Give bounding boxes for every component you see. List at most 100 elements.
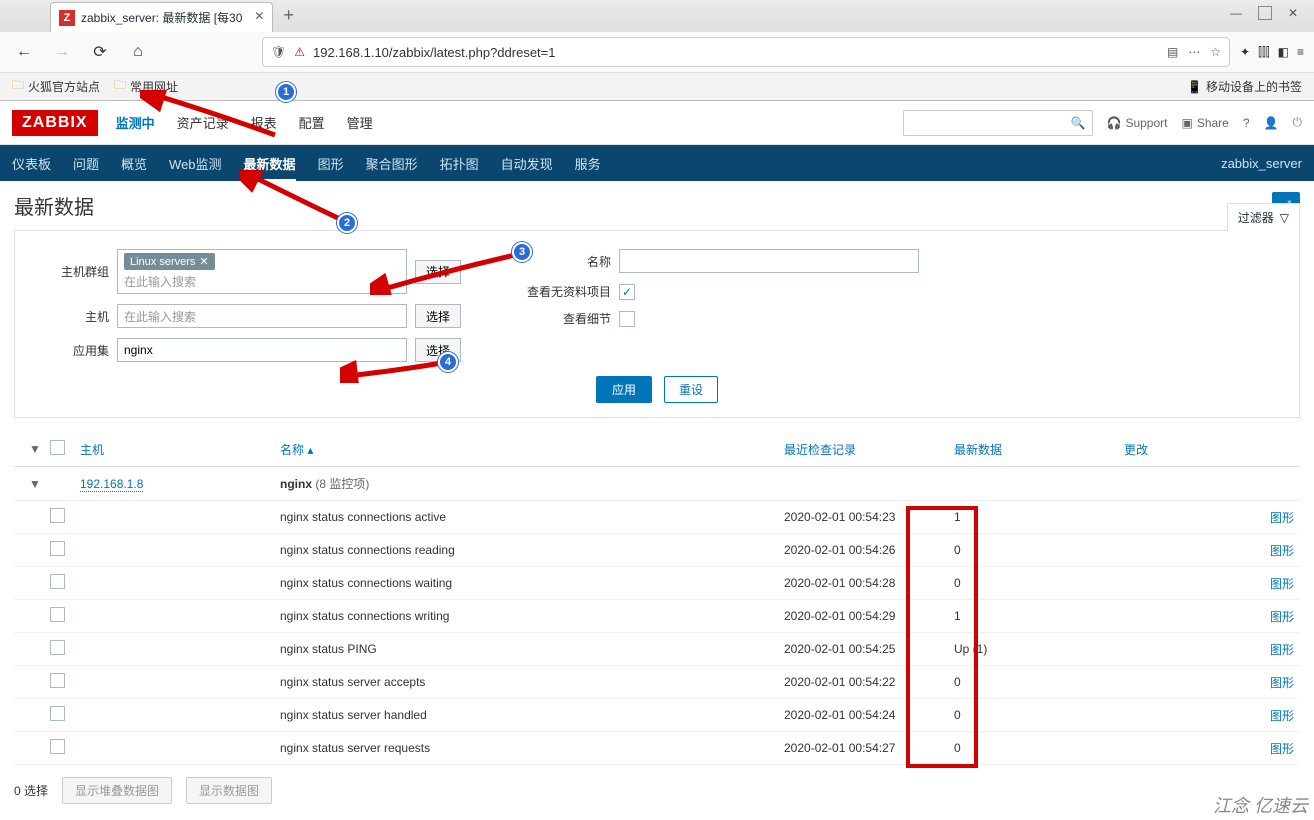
menu-icon[interactable]: ≡	[1297, 45, 1304, 59]
item-name: nginx status connections reading	[280, 543, 784, 557]
row-checkbox[interactable]	[50, 574, 65, 589]
support-link[interactable]: 🎧 Support	[1107, 116, 1168, 130]
name-input[interactable]	[619, 249, 919, 273]
library-icon[interactable]: ⫿⫿⫿	[1258, 45, 1270, 60]
maximize-icon[interactable]	[1258, 6, 1272, 20]
header-change[interactable]: 更改	[1124, 443, 1148, 457]
sub-menu-item[interactable]: 仪表板	[12, 145, 51, 182]
header-last-check[interactable]: 最近检查记录	[784, 443, 856, 457]
row-checkbox[interactable]	[50, 673, 65, 688]
collapse-icon[interactable]: ▼	[20, 477, 50, 491]
apply-button[interactable]: 应用	[596, 376, 652, 403]
zabbix-sub-menu: 仪表板问题概览Web监测最新数据图形聚合图形拓扑图自动发现服务 zabbix_s…	[0, 145, 1314, 181]
bookmark-mobile[interactable]: 📱移动设备上的书签	[1187, 78, 1302, 95]
host-link[interactable]: 192.168.1.8	[80, 477, 143, 492]
sidebar-icon[interactable]: ◧	[1278, 45, 1289, 59]
top-menu-item[interactable]: 配置	[299, 101, 325, 144]
filter-toggle[interactable]: 过滤器 ▽	[1227, 203, 1300, 231]
watermark: 江念 亿速云	[1213, 792, 1308, 818]
stacked-graph-button: 显示堆叠数据图	[62, 777, 172, 804]
header-name[interactable]: 名称 ▴	[280, 443, 313, 457]
host-input[interactable]: 在此输入搜索	[117, 304, 407, 328]
sub-menu-item[interactable]: 概览	[121, 145, 147, 182]
row-checkbox[interactable]	[50, 739, 65, 754]
more-icon[interactable]: ⋯	[1188, 45, 1200, 59]
bookmark-firefox[interactable]: 🗀火狐官方站点	[12, 76, 100, 97]
extension-icon[interactable]: ✦	[1240, 45, 1250, 59]
sub-menu-item[interactable]: 问题	[73, 145, 99, 182]
sub-menu-item[interactable]: 拓扑图	[440, 145, 479, 182]
last-data: Up (1)	[954, 642, 1124, 656]
remove-chip-icon[interactable]: ✕	[199, 255, 208, 268]
data-table: ▼ 主机 名称 ▴ 最近检查记录 最新数据 更改 ▼ 192.168.1.8 n…	[14, 432, 1300, 765]
row-checkbox[interactable]	[50, 541, 65, 556]
table-row: nginx status connections writing2020-02-…	[14, 600, 1300, 633]
share-link[interactable]: ▣ Share	[1181, 116, 1228, 130]
show-details-checkbox[interactable]	[619, 311, 635, 327]
row-checkbox[interactable]	[50, 640, 65, 655]
row-checkbox[interactable]	[50, 706, 65, 721]
graph-link[interactable]: 图形	[1270, 577, 1294, 591]
graph-link[interactable]: 图形	[1270, 643, 1294, 657]
shield-icon[interactable]: 🛡	[271, 45, 286, 59]
table-row: nginx status connections active2020-02-0…	[14, 501, 1300, 534]
graph-link[interactable]: 图形	[1270, 709, 1294, 723]
user-icon[interactable]: 👤	[1264, 116, 1279, 130]
graph-link[interactable]: 图形	[1270, 511, 1294, 525]
forward-icon[interactable]: →	[48, 38, 76, 66]
help-icon[interactable]: ?	[1243, 116, 1250, 130]
top-menu-item[interactable]: 报表	[251, 101, 277, 144]
select-all-checkbox[interactable]	[50, 440, 65, 455]
zabbix-favicon: Z	[59, 10, 75, 26]
tab-title: zabbix_server: 最新数据 [每30	[81, 9, 242, 26]
close-window-icon[interactable]: ✕	[1288, 6, 1298, 20]
table-row: nginx status connections waiting2020-02-…	[14, 567, 1300, 600]
back-icon[interactable]: ←	[10, 38, 38, 66]
url-field[interactable]: 🛡 ⚠ 192.168.1.10/zabbix/latest.php?ddres…	[262, 37, 1230, 67]
reader-icon[interactable]: ▤	[1167, 45, 1178, 59]
row-checkbox[interactable]	[50, 607, 65, 622]
sub-menu-item[interactable]: 聚合图形	[366, 145, 418, 182]
close-icon[interactable]: ✕	[254, 9, 264, 23]
home-icon[interactable]: ⌂	[124, 38, 152, 66]
host-select-button[interactable]: 选择	[415, 304, 461, 328]
sub-menu-item[interactable]: 自动发现	[501, 145, 553, 182]
show-no-data-label: 查看无资料项目	[521, 283, 611, 300]
new-tab-button[interactable]: +	[273, 0, 304, 32]
header-host[interactable]: 主机	[80, 443, 104, 457]
star-icon[interactable]: ☆	[1210, 45, 1221, 59]
top-menu-item[interactable]: 监测中	[116, 101, 155, 144]
data-graph-button: 显示数据图	[186, 777, 272, 804]
window-controls: — ✕	[1230, 6, 1298, 20]
graph-link[interactable]: 图形	[1270, 610, 1294, 624]
sub-menu-item[interactable]: 服务	[575, 145, 601, 182]
sub-menu-item[interactable]: Web监测	[169, 145, 222, 182]
global-search[interactable]: 🔍	[903, 110, 1093, 136]
app-input[interactable]	[117, 338, 407, 362]
row-checkbox[interactable]	[50, 508, 65, 523]
filter-panel: 过滤器 ▽ 主机群组 Linux servers ✕ 在此输入搜索 选择 主机 …	[14, 230, 1300, 418]
power-icon[interactable]: ⏻	[1293, 115, 1303, 130]
reset-button[interactable]: 重设	[664, 376, 718, 403]
hostgroup-input[interactable]: Linux servers ✕ 在此输入搜索	[117, 249, 407, 294]
expand-all-icon[interactable]: ▼	[20, 442, 50, 456]
sub-menu-item[interactable]: 图形	[318, 145, 344, 182]
graph-link[interactable]: 图形	[1270, 544, 1294, 558]
browser-chrome: Z zabbix_server: 最新数据 [每30 ✕ + — ✕ ← → ⟳…	[0, 0, 1314, 101]
bookmark-common[interactable]: 🗀常用网址	[114, 76, 178, 97]
last-data: 1	[954, 609, 1124, 623]
zabbix-logo[interactable]: ZABBIX	[12, 110, 98, 136]
top-menu-item[interactable]: 资产记录	[177, 101, 229, 144]
hostgroup-chip[interactable]: Linux servers ✕	[124, 253, 215, 270]
hostgroup-select-button[interactable]: 选择	[415, 260, 461, 284]
reload-icon[interactable]: ⟳	[86, 38, 114, 66]
graph-link[interactable]: 图形	[1270, 742, 1294, 756]
minimize-icon[interactable]: —	[1230, 6, 1242, 20]
sub-menu-item[interactable]: 最新数据	[244, 145, 296, 182]
browser-tab[interactable]: Z zabbix_server: 最新数据 [每30 ✕	[50, 2, 273, 32]
show-no-data-checkbox[interactable]: ✓	[619, 284, 635, 300]
header-last-data[interactable]: 最新数据	[954, 443, 1002, 457]
annotation-4: 4	[438, 352, 458, 372]
graph-link[interactable]: 图形	[1270, 676, 1294, 690]
top-menu-item[interactable]: 管理	[347, 101, 373, 144]
